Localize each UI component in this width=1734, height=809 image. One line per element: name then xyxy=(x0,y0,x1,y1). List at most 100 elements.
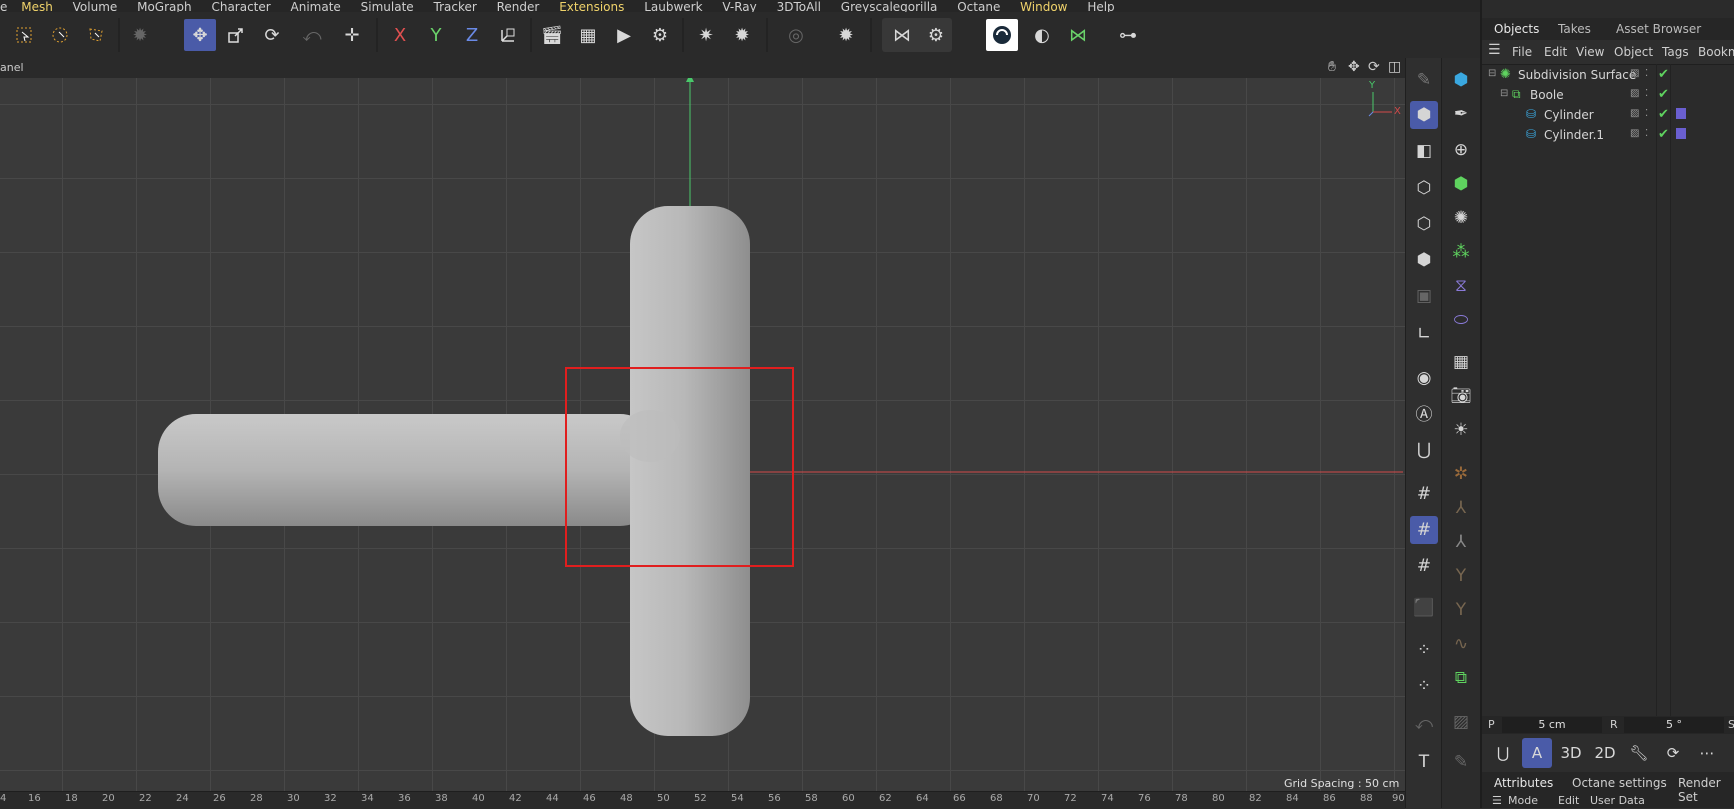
points-mode-icon[interactable]: ⬡ xyxy=(1410,174,1438,202)
rect-selection-icon[interactable] xyxy=(44,19,76,51)
attr-menu-user-data[interactable]: User Data xyxy=(1590,794,1645,807)
texture-mode-icon[interactable]: ◧ xyxy=(1410,137,1438,165)
timeline-ruler[interactable]: 4 16 18 20 22 24 26 28 30 32 34 36 38 40… xyxy=(0,791,1405,809)
transform-icon[interactable]: ✛ xyxy=(336,19,368,51)
spline-ik-icon[interactable]: ∿ xyxy=(1447,630,1475,658)
joint-icon[interactable]: ⅄ xyxy=(1447,494,1475,522)
attr-menu-edit[interactable]: Edit xyxy=(1558,794,1579,807)
workplane-icon[interactable]: # xyxy=(1410,480,1438,508)
y-axis-lock-button[interactable]: Y xyxy=(420,19,452,51)
deformer-icon[interactable]: ⧖ xyxy=(1447,272,1475,300)
render-settings-icon[interactable]: ⚙ xyxy=(644,19,676,51)
tag-icon[interactable] xyxy=(1676,108,1686,119)
floor-icon[interactable]: ▦ xyxy=(1447,348,1475,376)
snap-icon[interactable]: ⋃ xyxy=(1410,436,1438,464)
object-name[interactable]: Subdivision Surface xyxy=(1518,68,1636,82)
rotate-tool-icon[interactable]: ⟳ xyxy=(256,19,288,51)
ik-2-icon[interactable]: Y xyxy=(1447,596,1475,624)
joint-2-icon[interactable]: ⅄ xyxy=(1447,528,1475,556)
scatter-icon[interactable]: ⁘ xyxy=(1410,636,1438,664)
edit-toggle-icon[interactable]: ▨ xyxy=(1630,128,1639,139)
collapse-icon[interactable]: ⊟ xyxy=(1500,88,1508,99)
hamburger-icon[interactable]: ☰ xyxy=(1488,42,1501,58)
cube-icon[interactable]: ⬢ xyxy=(1447,66,1475,94)
3d-snap-button[interactable]: 3D xyxy=(1556,738,1586,768)
menu-item-partial[interactable]: e xyxy=(0,1,7,12)
generator-icon[interactable]: ⁂ xyxy=(1447,238,1475,266)
object-name[interactable]: Cylinder.1 xyxy=(1544,128,1604,142)
enabled-check-icon[interactable]: ✔ xyxy=(1658,87,1669,102)
refresh-icon[interactable]: ⟳ xyxy=(1658,738,1688,768)
camera-icon[interactable]: 📷︎ xyxy=(1447,382,1475,410)
menu-item-character[interactable]: Character xyxy=(211,1,270,12)
subdivision-icon[interactable]: ⬢ xyxy=(1447,170,1475,198)
menu-object[interactable]: Object xyxy=(1614,45,1653,59)
octane-disabled-icon[interactable]: ◎ xyxy=(780,19,812,51)
menu-item-octane[interactable]: Octane xyxy=(957,1,1000,12)
octane-render-icon[interactable]: ✹ xyxy=(830,19,862,51)
snap-magnet-icon[interactable]: ⋃ xyxy=(1488,738,1518,768)
enabled-check-icon[interactable]: ✔ xyxy=(1658,107,1669,122)
menu-item-extensions[interactable]: Extensions xyxy=(559,1,624,12)
boole-icon[interactable]: ⧉ xyxy=(1447,664,1475,692)
edit-toggle-icon[interactable]: ▨ xyxy=(1630,108,1639,119)
light-icon[interactable]: ☀ xyxy=(1447,416,1475,444)
undo-view-icon[interactable]: ⤺ xyxy=(1410,710,1438,738)
auto-snap-button[interactable]: A xyxy=(1522,738,1552,768)
polygons-mode-icon[interactable]: ⬢ xyxy=(1410,246,1438,274)
cube-mode-icon[interactable]: ⬛ xyxy=(1410,594,1438,622)
menu-item-volume[interactable]: Volume xyxy=(73,1,118,12)
render-view-icon[interactable]: ▦ xyxy=(572,19,604,51)
visibility-dots-icon[interactable]: ⁚ xyxy=(1645,88,1648,99)
tab-octane-settings[interactable]: Octane settings xyxy=(1572,776,1667,790)
tab-objects[interactable]: Objects xyxy=(1494,22,1539,36)
make-editable-icon[interactable]: ✎ xyxy=(1410,66,1438,94)
menu-item-vray[interactable]: V-Ray xyxy=(722,1,756,12)
uv-mode-icon[interactable]: ▣ xyxy=(1410,282,1438,310)
edit-icon[interactable]: ✎ xyxy=(1447,748,1475,776)
text-tool-icon[interactable]: T xyxy=(1410,748,1438,776)
p-value-field[interactable]: 5 cm xyxy=(1502,717,1602,733)
coordinate-system-icon[interactable] xyxy=(492,19,524,51)
wrench-icon[interactable]: 🔧︎ xyxy=(1624,738,1654,768)
menu-item-mograph[interactable]: MoGraph xyxy=(137,1,192,12)
render-picture-viewer-icon[interactable]: ▶ xyxy=(608,19,640,51)
viewport-solo-icon[interactable]: Ⓐ xyxy=(1410,398,1438,426)
object-row-boole[interactable]: ⊟ ⧉ Boole ▨ ⁚ ✔ xyxy=(1482,85,1734,105)
visibility-dots-icon[interactable]: ⁚ xyxy=(1645,108,1648,119)
scale-tool-icon[interactable] xyxy=(220,19,252,51)
attr-menu-mode[interactable]: Mode xyxy=(1508,794,1538,807)
2d-snap-button[interactable]: 2D xyxy=(1590,738,1620,768)
viewport[interactable]: Y X Grid Spacing : 50 cm xyxy=(0,78,1405,791)
hierarchy-icon[interactable]: ⊶ xyxy=(1112,19,1144,51)
hamburger-icon[interactable]: ☰ xyxy=(1492,794,1502,807)
menu-tags[interactable]: Tags xyxy=(1662,45,1689,59)
object-row-cylinder-1[interactable]: ⛁ Cylinder.1 ▨ ⁚ ✔ xyxy=(1482,125,1734,145)
gear-icon[interactable]: ✹ xyxy=(726,19,758,51)
menu-file[interactable]: File xyxy=(1512,45,1532,59)
butterfly-icon[interactable]: ⋈ xyxy=(1062,19,1094,51)
x-axis-lock-button[interactable]: X xyxy=(384,19,416,51)
tab-render-settings[interactable]: Render Set xyxy=(1678,776,1734,804)
z-axis-lock-button[interactable]: Z xyxy=(456,19,488,51)
character-icon[interactable]: ✲ xyxy=(1447,460,1475,488)
menu-item-greyscalegorilla[interactable]: Greyscalegorilla xyxy=(841,1,938,12)
menu-edit[interactable]: Edit xyxy=(1544,45,1567,59)
menu-item-3dtoall[interactable]: 3DToAll xyxy=(777,1,821,12)
axis-mode-icon[interactable]: ∟ xyxy=(1410,320,1438,348)
edges-mode-icon[interactable]: ⬡ xyxy=(1410,210,1438,238)
greyscalegorilla-logo-icon[interactable] xyxy=(986,19,1018,51)
visibility-dots-icon[interactable]: ⁚ xyxy=(1645,128,1648,139)
tab-takes[interactable]: Takes xyxy=(1558,22,1591,36)
viewport-panel-label[interactable]: anel xyxy=(0,61,24,74)
model-mode-icon[interactable]: ⬢ xyxy=(1410,101,1438,129)
settings-dots-icon[interactable]: ⋯ xyxy=(1692,738,1722,768)
render-region-icon[interactable]: 🎬︎ xyxy=(536,19,568,51)
edit-toggle-icon[interactable]: ▨ xyxy=(1630,88,1639,99)
null-icon[interactable]: ⊕ xyxy=(1447,136,1475,164)
tab-asset-browser[interactable]: Asset Browser xyxy=(1616,22,1701,36)
maximize-icon[interactable]: ◫ xyxy=(1388,59,1401,75)
menu-item-laubwerk[interactable]: Laubwerk xyxy=(644,1,702,12)
move-tool-icon[interactable]: ✥ xyxy=(184,19,216,51)
enabled-check-icon[interactable]: ✔ xyxy=(1658,67,1669,82)
